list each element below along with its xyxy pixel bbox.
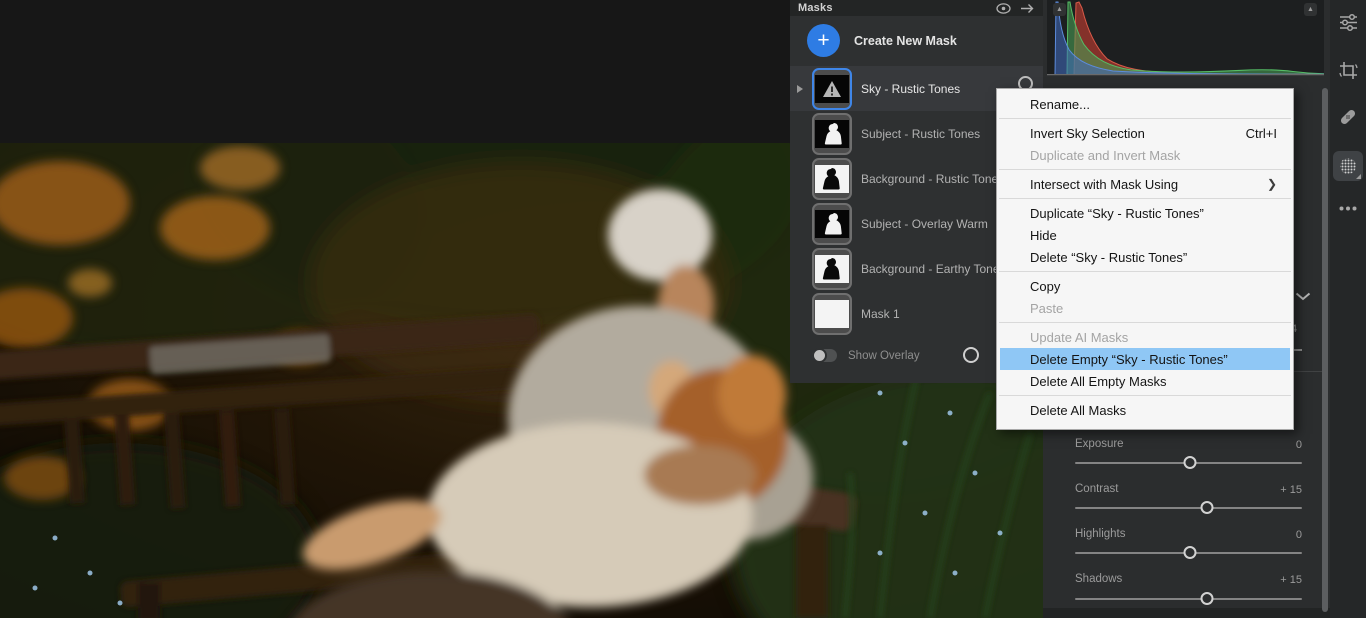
menu-separator [999, 169, 1291, 170]
mask-label: Background - Earthy Tones [861, 262, 1006, 276]
tool-strip [1330, 0, 1366, 618]
mask-thumbnail[interactable] [812, 203, 852, 245]
menu-item-duplicate-sky-rustic-tones[interactable]: Duplicate “Sky - Rustic Tones” [997, 202, 1293, 224]
show-overlay-row: Show Overlay [812, 349, 920, 362]
show-overlay-toggle[interactable] [812, 349, 837, 362]
crop-icon [1339, 61, 1358, 80]
more-options-button[interactable] [1330, 190, 1366, 226]
slider-knob[interactable] [1200, 501, 1213, 514]
slider-contrast[interactable] [1075, 507, 1302, 509]
shadow-clipping-icon[interactable]: ▲ [1053, 3, 1066, 16]
masking-button[interactable] [1330, 148, 1366, 184]
menu-separator [999, 271, 1291, 272]
mask-thumbnail[interactable] [812, 113, 852, 155]
create-new-mask-label: Create New Mask [854, 34, 957, 48]
mask-label: Subject - Rustic Tones [861, 127, 980, 141]
toggle-knob [812, 348, 827, 363]
slider-knob[interactable] [1183, 546, 1196, 559]
show-overlay-label: Show Overlay [848, 350, 920, 362]
mask-label: Background - Rustic Tones [861, 172, 1004, 186]
slider-label-shadows: Shadows [1075, 573, 1122, 585]
panel-scrollbar[interactable] [1322, 88, 1328, 612]
slider-value-shadows: + 15 [1280, 574, 1302, 586]
menu-separator [999, 118, 1291, 119]
slider-label-exposure: Exposure [1075, 438, 1124, 450]
chevron-down-icon[interactable] [1295, 292, 1311, 301]
slider-shadows[interactable] [1075, 598, 1302, 600]
menu-item-rename[interactable]: Rename... [997, 93, 1293, 115]
slider-exposure[interactable] [1075, 462, 1302, 464]
arrow-right-icon[interactable] [1020, 3, 1035, 14]
menu-item-delete-sky-rustic-tones[interactable]: Delete “Sky - Rustic Tones” [997, 246, 1293, 268]
slider-value-contrast: + 15 [1280, 484, 1302, 496]
menu-separator [999, 198, 1291, 199]
healing-button[interactable] [1330, 99, 1366, 135]
panel-bottom-strip [1043, 608, 1330, 618]
masking-icon [1338, 156, 1358, 176]
healing-bandaid-icon [1338, 107, 1358, 127]
mask-thumbnail[interactable] [812, 293, 852, 335]
create-new-mask-button[interactable]: + Create New Mask [807, 24, 957, 57]
menu-item-duplicate-and-invert-mask[interactable]: Duplicate and Invert Mask [997, 144, 1293, 166]
mask-context-menu: Rename... Invert Sky Selection Ctrl+I Du… [996, 88, 1294, 430]
masks-panel-header: Masks [790, 0, 1043, 16]
mask-label: Subject - Overlay Warm [861, 217, 988, 231]
menu-item-copy[interactable]: Copy [997, 275, 1293, 297]
masks-panel-title: Masks [798, 2, 833, 14]
slider-value-exposure: 0 [1296, 439, 1302, 451]
subject-silhouette-icon [815, 211, 849, 237]
menu-item-intersect-with-mask-using[interactable]: Intersect with Mask Using ❯ [997, 173, 1293, 195]
menu-item-delete-empty-sky-rustic-tones[interactable]: Delete Empty “Sky - Rustic Tones” [1000, 348, 1290, 370]
slider-label-highlights: Highlights [1075, 528, 1126, 540]
ellipsis-icon [1339, 206, 1357, 211]
menu-item-invert-sky-selection[interactable]: Invert Sky Selection Ctrl+I [997, 122, 1293, 144]
mask-label: Mask 1 [861, 307, 900, 321]
mask-thumbnail[interactable] [812, 68, 852, 110]
mask-label: Sky - Rustic Tones [861, 82, 960, 96]
slider-label-contrast: Contrast [1075, 483, 1118, 495]
disclosure-triangle-icon[interactable] [797, 85, 803, 93]
menu-item-paste[interactable]: Paste [997, 297, 1293, 319]
menu-item-delete-all-empty-masks[interactable]: Delete All Empty Masks [997, 370, 1293, 392]
panel-dash-fragment [1293, 349, 1302, 351]
edit-adjustments-button[interactable] [1330, 4, 1366, 40]
menu-item-hide[interactable]: Hide [997, 224, 1293, 246]
slider-knob[interactable] [1183, 456, 1196, 469]
menu-item-update-ai-masks[interactable]: Update AI Masks [997, 326, 1293, 348]
menu-separator [999, 395, 1291, 396]
mask-thumbnail[interactable] [812, 248, 852, 290]
plus-icon: + [807, 24, 840, 57]
menu-item-delete-all-masks[interactable]: Delete All Masks [997, 399, 1293, 421]
histogram[interactable]: ▲ ▲ [1047, 0, 1324, 76]
panel-separator [1293, 371, 1323, 372]
crop-rotate-button[interactable] [1330, 52, 1366, 88]
mask-thumbnail[interactable] [812, 158, 852, 200]
subject-silhouette-icon [815, 121, 849, 147]
slider-value-highlights: 0 [1296, 529, 1302, 541]
overlay-color-swatch[interactable] [963, 347, 979, 363]
subject-silhouette-icon [815, 166, 849, 192]
highlight-clipping-icon[interactable]: ▲ [1304, 3, 1317, 16]
histogram-chart [1047, 0, 1324, 75]
subject-silhouette-icon [815, 256, 849, 282]
eye-icon[interactable] [996, 3, 1011, 14]
submenu-arrow-icon: ❯ [1267, 177, 1277, 191]
menu-shortcut: Ctrl+I [1246, 126, 1277, 141]
menu-separator [999, 322, 1291, 323]
sliders-icon [1339, 13, 1358, 32]
slider-highlights[interactable] [1075, 552, 1302, 554]
slider-knob[interactable] [1200, 592, 1213, 605]
warning-icon [820, 78, 844, 100]
